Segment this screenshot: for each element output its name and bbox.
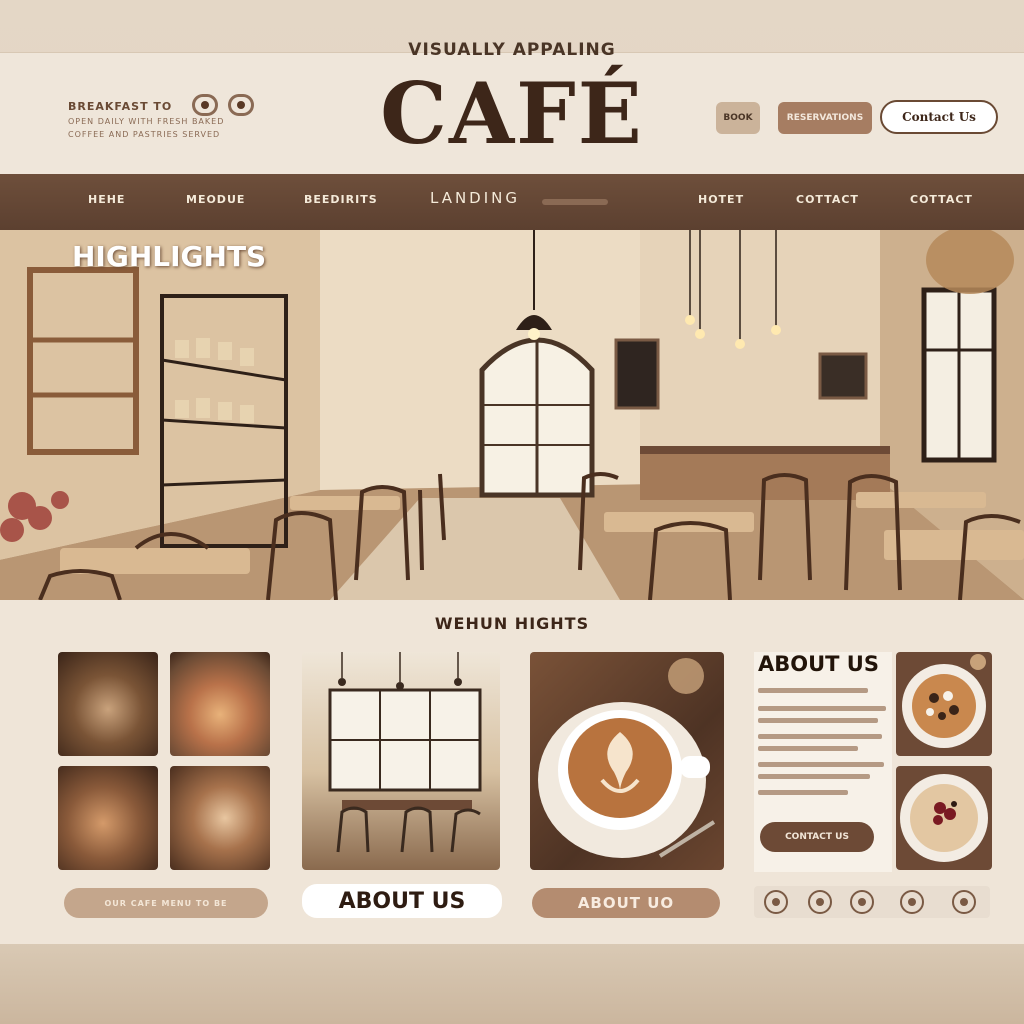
coffee-photo[interactable] <box>530 652 724 870</box>
interior-illustration <box>328 652 482 853</box>
nav-item-landing[interactable]: LANDING <box>430 189 520 207</box>
interior-photo[interactable] <box>302 652 500 870</box>
eye-icon[interactable] <box>228 94 254 116</box>
about-text-line <box>758 790 848 795</box>
about-title: ABOUT US <box>758 652 879 676</box>
cafe-interior-illustration <box>0 230 1024 600</box>
nav-item-home[interactable]: HEHE <box>88 193 125 206</box>
nav-item-contact[interactable]: COTTACT <box>796 193 859 206</box>
social-icon[interactable] <box>808 890 832 914</box>
latte-illustration <box>538 658 716 858</box>
food-photo[interactable] <box>58 766 158 870</box>
social-icon[interactable] <box>952 890 976 914</box>
book-button[interactable]: BOOK <box>716 102 760 134</box>
header-info-line: COFFEE AND PASTRIES SERVED <box>68 130 221 139</box>
about-text-line <box>758 762 884 767</box>
about-text-line <box>758 774 870 779</box>
about-text-line <box>758 734 882 739</box>
hero-title: HIGHLIGHTS <box>72 240 267 273</box>
reservations-button[interactable]: RESERVATIONS <box>778 102 872 134</box>
food-photo[interactable] <box>170 652 270 756</box>
nav-item-menu[interactable]: MEODUE <box>186 193 245 206</box>
dish-photo[interactable] <box>896 766 992 870</box>
about-text-line <box>758 718 878 723</box>
social-icon[interactable] <box>764 890 788 914</box>
food-photo[interactable] <box>58 652 158 756</box>
header-info-line: OPEN DAILY WITH FRESH BAKED <box>68 117 225 126</box>
hero-image <box>0 230 1024 600</box>
main-nav: HEHE MEODUE BEEDIRITS LANDING HOTET COTT… <box>0 174 1024 230</box>
dish-photo[interactable] <box>896 652 992 756</box>
header-tagline: VISUALLY APPALING <box>408 40 616 60</box>
about-text-line <box>758 688 868 693</box>
social-icon-bar <box>754 886 990 918</box>
site-logo-title[interactable]: CAFÉ <box>340 64 684 163</box>
about-us-button-2[interactable]: ABOUT UO <box>532 888 720 918</box>
about-us-button[interactable]: ABOUT US <box>302 884 502 918</box>
menu-pill-button[interactable]: OUR CAFE MENU TO BE <box>64 888 268 918</box>
food-photo[interactable] <box>170 766 270 870</box>
contact-us-button[interactable]: CONTACT US <box>760 822 874 852</box>
nav-item-placeholder[interactable] <box>542 199 608 205</box>
about-card: ABOUT US CONTACT US <box>754 652 892 872</box>
page-footer <box>0 944 1024 1024</box>
eye-icon[interactable] <box>192 94 218 116</box>
social-icon[interactable] <box>850 890 874 914</box>
social-icon[interactable] <box>900 890 924 914</box>
dish-illustration <box>900 774 988 862</box>
nav-item-contact-2[interactable]: COTTACT <box>910 193 973 206</box>
contact-button[interactable]: Contact Us <box>880 100 998 134</box>
about-text-line <box>758 746 858 751</box>
section-title: WEHUN HIGHTS <box>434 614 590 633</box>
dish-illustration <box>902 654 986 748</box>
about-text-line <box>758 706 886 711</box>
nav-item-hotel[interactable]: HOTET <box>698 193 744 206</box>
nav-item-benefits[interactable]: BEEDIRITS <box>304 193 378 206</box>
